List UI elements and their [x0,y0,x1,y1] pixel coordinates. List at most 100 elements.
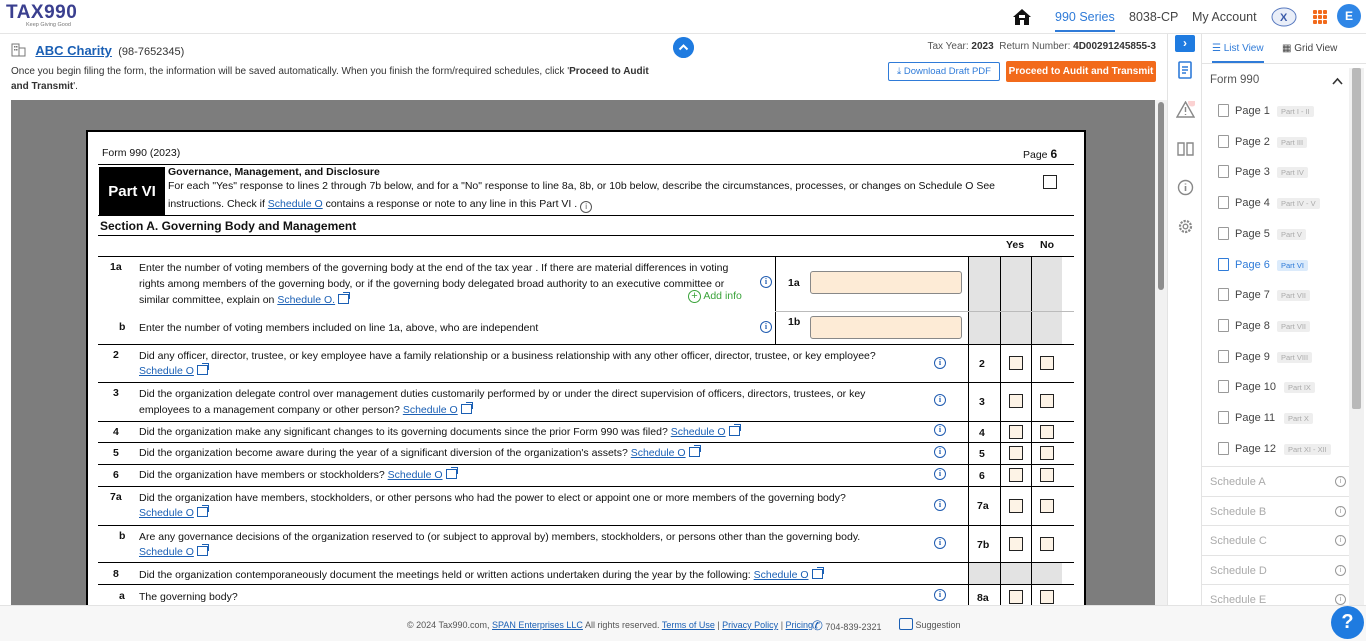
external-link-icon[interactable] [196,544,209,556]
schedule-o-link[interactable]: Schedule O [268,198,323,210]
info-icon[interactable]: i [1335,505,1346,517]
info-icon[interactable]: i [934,589,946,601]
collapse-header-button[interactable] [673,37,694,58]
info-icon[interactable]: i [934,357,946,369]
nav-8038-cp[interactable]: 8038-CP [1129,10,1178,24]
scrollbar-thumb[interactable] [1352,68,1361,409]
page-item[interactable]: Page 8 Part VII [1202,311,1349,341]
info-icon[interactable]: i [934,468,946,480]
suggestion-button[interactable]: Suggestion [899,618,961,630]
page-item[interactable]: Page 7 Part VII [1202,280,1349,310]
line-6-no-checkbox[interactable] [1040,468,1054,482]
gear-icon[interactable] [1177,218,1194,235]
schedule-o-link[interactable]: Schedule O [388,469,443,481]
tab-list-view[interactable]: ☰ List View [1212,43,1264,63]
chevron-right-icon[interactable]: › [1175,35,1195,52]
book-icon[interactable] [1176,140,1195,157]
info-icon[interactable]: i [1335,476,1346,487]
scrollbar-thumb[interactable] [1158,102,1164,290]
schedule-item[interactable]: Schedule B i [1202,495,1349,525]
chevron-up-icon[interactable] [1332,77,1343,85]
info-icon[interactable]: i [934,499,946,511]
home-icon[interactable] [1011,6,1033,28]
warning-icon[interactable] [1176,101,1195,118]
schedule-item[interactable]: Schedule C i [1202,525,1349,554]
external-link-icon[interactable] [196,505,209,517]
schedule-o-link[interactable]: Schedule O [754,569,809,581]
line-3-yes-checkbox[interactable] [1009,394,1023,408]
user-avatar[interactable]: E [1337,4,1361,28]
schedule-item[interactable]: Schedule A i [1202,466,1349,495]
schedule-item[interactable]: Schedule D i [1202,554,1349,584]
line-6-yes-checkbox[interactable] [1009,468,1023,482]
info-icon[interactable]: i [934,446,946,458]
support-phone[interactable]: ✆ 704-839-2321 [812,618,881,634]
tab-grid-view[interactable]: ▦ Grid View [1282,43,1337,54]
info-icon[interactable]: i [760,276,772,288]
info-icon[interactable]: i [1335,564,1346,576]
schedule-o-link[interactable]: Schedule O [139,365,194,377]
line-5-no-checkbox[interactable] [1040,446,1054,460]
download-draft-pdf-button[interactable]: ⤓ Download Draft PDF [888,62,1000,81]
external-link-icon[interactable] [460,402,473,414]
line-8a-yes-checkbox[interactable] [1009,590,1023,604]
line-1b-input[interactable] [810,316,962,339]
schedule-o-link[interactable]: Schedule O [139,507,194,519]
info-circle-icon[interactable] [1177,179,1194,196]
page-item[interactable]: Page 9 Part VIII [1202,342,1349,372]
x-platform-icon[interactable]: X [1270,6,1298,28]
external-link-icon[interactable] [728,424,741,436]
nav-my-account[interactable]: My Account [1192,10,1257,24]
page-item[interactable]: Page 4 Part IV - V [1202,188,1349,218]
info-icon[interactable]: i [934,424,946,436]
tax990-logo[interactable]: TAX990 Keep Giving Good [6,3,77,29]
line-1a-input[interactable] [810,271,962,294]
external-link-icon[interactable] [688,445,701,457]
page-item[interactable]: Page 10 Part IX [1202,372,1349,402]
page-item[interactable]: Page 3 Part IV [1202,157,1349,187]
line-7a-yes-checkbox[interactable] [1009,499,1023,513]
page-item[interactable]: Page 1 Part I - II [1202,96,1349,126]
external-link-icon[interactable] [445,467,458,479]
add-info-button[interactable]: + Add info [688,290,742,303]
info-icon[interactable]: i [934,394,946,406]
line-7b-yes-checkbox[interactable] [1009,537,1023,551]
info-icon[interactable]: i [580,201,593,213]
document-list-icon[interactable] [1177,61,1194,80]
info-icon[interactable]: i [760,321,772,333]
info-icon[interactable]: i [934,537,946,549]
help-button[interactable]: ? [1331,606,1364,639]
external-link-icon[interactable] [811,567,824,579]
schedule-item[interactable]: Schedule E i [1202,584,1349,605]
external-link-icon[interactable] [338,292,351,304]
schedule-o-checkbox[interactable] [1043,175,1057,189]
schedule-o-link[interactable]: Schedule O [671,426,726,438]
line-2-yes-checkbox[interactable] [1009,356,1023,370]
page-item[interactable]: Page 5 Part V [1202,219,1349,249]
privacy-link[interactable]: Privacy Policy [722,620,778,630]
page-item[interactable]: Page 11 Part X [1202,403,1349,433]
form-viewer[interactable]: Form 990 (2023) Page 6 Part VI Governanc… [11,100,1155,605]
external-link-icon[interactable] [196,363,209,375]
terms-link[interactable]: Terms of Use [662,620,715,630]
line-3-no-checkbox[interactable] [1040,394,1054,408]
form-990-group-title[interactable]: Form 990 [1210,74,1259,86]
proceed-to-audit-button[interactable]: Proceed to Audit and Transmit [1006,61,1156,82]
line-4-yes-checkbox[interactable] [1009,425,1023,439]
schedule-o-link[interactable]: Schedule O. [277,294,335,306]
nav-990-series[interactable]: 990 Series [1055,10,1115,32]
pricing-link[interactable]: Pricing [786,620,814,630]
schedule-o-link[interactable]: Schedule O [403,404,458,416]
info-icon[interactable]: i [1335,535,1346,546]
line-7b-no-checkbox[interactable] [1040,537,1054,551]
schedule-o-link[interactable]: Schedule O [139,546,194,558]
span-enterprises-link[interactable]: SPAN Enterprises LLC [492,620,583,630]
org-name-link[interactable]: ABC Charity [35,43,112,58]
viewer-scrollbar[interactable] [1155,100,1167,605]
line-5-yes-checkbox[interactable] [1009,446,1023,460]
page-item[interactable]: Page 12 Part XI - XII [1202,434,1349,464]
info-icon[interactable]: i [1335,594,1346,605]
line-7a-no-checkbox[interactable] [1040,499,1054,513]
page-item[interactable]: Page 6 Part VI [1202,250,1349,280]
line-4-no-checkbox[interactable] [1040,425,1054,439]
